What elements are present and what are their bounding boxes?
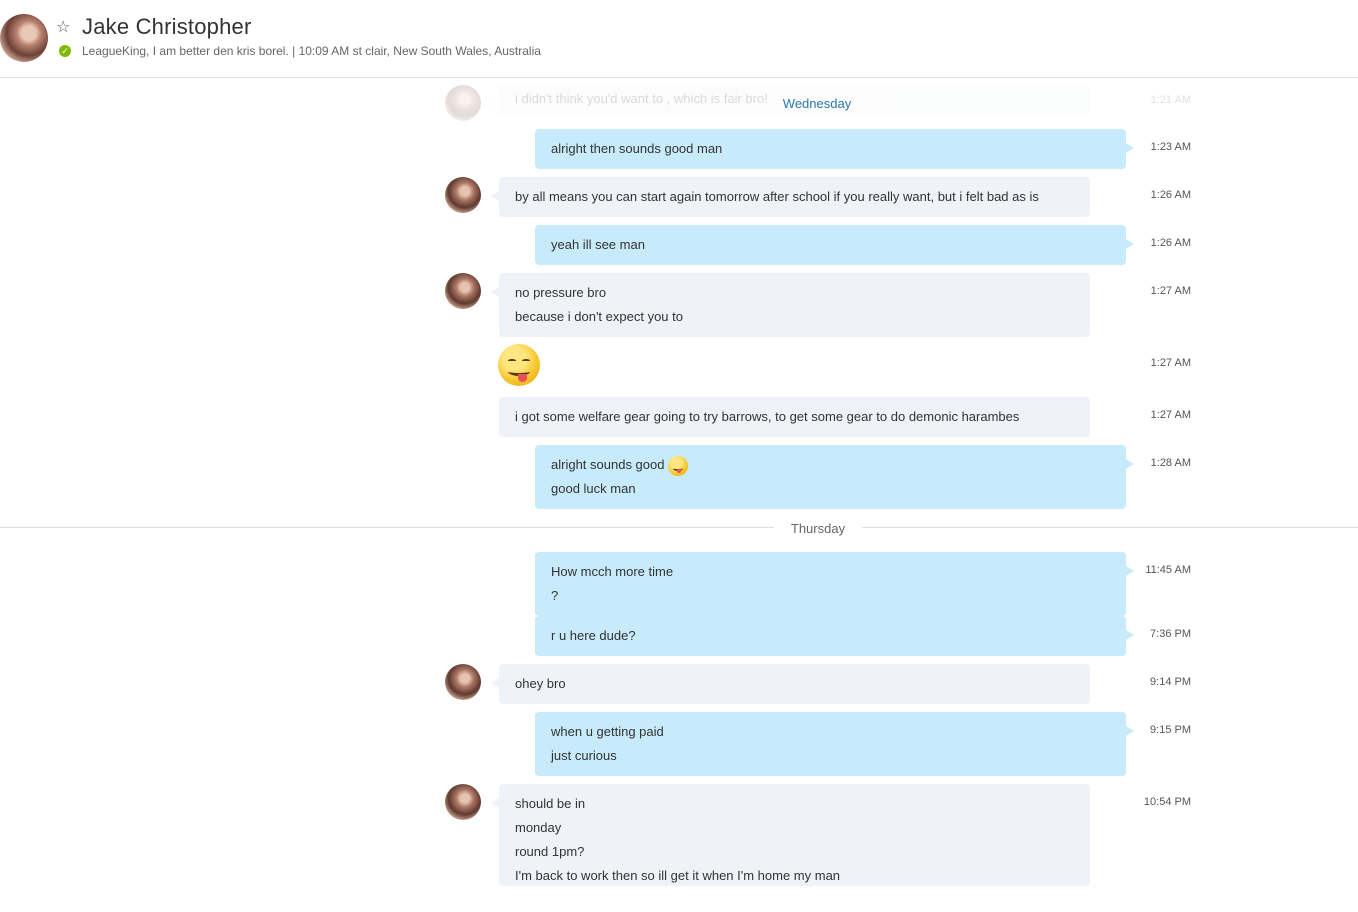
message-timestamp: 1:27 AM xyxy=(1150,409,1191,421)
message-text: just curious xyxy=(551,748,617,763)
message-text: I'm back to work then so ill get it when… xyxy=(515,868,841,883)
online-status-icon: ✓ xyxy=(59,45,71,57)
message-history[interactable]: i didn't think you'd want to , which is … xyxy=(0,79,1358,912)
message-text: ohey bro xyxy=(515,676,566,691)
message-text: by all means you can start again tomorro… xyxy=(515,189,1039,204)
day-divider-wednesday: Wednesday xyxy=(782,96,852,111)
message-text: monday xyxy=(515,820,562,835)
message-bubble-outgoing[interactable]: alright sounds good good luck man xyxy=(535,445,1134,509)
message-bubble-outgoing[interactable]: How mcch more time ? xyxy=(535,552,1134,616)
message-text: because i don't expect you to xyxy=(515,309,683,324)
message-text: round 1pm? xyxy=(515,844,585,859)
conversation-header: ☆ Jake Christopher ✓ LeagueKing, I am be… xyxy=(0,0,1358,78)
message-timestamp: 7:36 PM xyxy=(1150,628,1191,640)
message-text: alright then sounds good man xyxy=(551,141,723,156)
message-text: ? xyxy=(551,588,559,603)
sender-avatar xyxy=(445,784,481,820)
contact-avatar[interactable] xyxy=(0,14,48,62)
contact-name[interactable]: Jake Christopher xyxy=(82,14,252,40)
message-bubble-incoming[interactable]: no pressure bro because i don't expect y… xyxy=(491,273,1090,337)
message-bubble-outgoing[interactable]: r u here dude? xyxy=(535,616,1134,656)
message-bubble-outgoing[interactable]: alright then sounds good man xyxy=(535,129,1134,169)
message-timestamp: 1:23 AM xyxy=(1150,141,1191,153)
message-bubble-outgoing[interactable]: yeah ill see man xyxy=(535,225,1134,265)
message-timestamp: 1:27 AM xyxy=(1150,357,1191,369)
sender-avatar xyxy=(445,664,481,700)
message-bubble-outgoing[interactable]: when u getting paid just curious xyxy=(535,712,1134,776)
sender-avatar xyxy=(445,177,481,213)
message-timestamp: 1:26 AM xyxy=(1150,189,1191,201)
message-text: i got some welfare gear going to try bar… xyxy=(515,409,1020,424)
message-bubble-incoming[interactable]: by all means you can start again tomorro… xyxy=(491,177,1090,217)
message-bubble-incoming[interactable]: should be in monday round 1pm? I'm back … xyxy=(491,784,1090,886)
message-bubble-incoming[interactable]: ohey bro xyxy=(491,664,1090,704)
sender-avatar xyxy=(445,273,481,309)
message-timestamp: 1:21 AM xyxy=(1150,94,1191,106)
message-text: when u getting paid xyxy=(551,724,664,739)
message-text: no pressure bro xyxy=(515,285,607,300)
message-text: should be in xyxy=(515,796,586,811)
message-timestamp: 10:54 PM xyxy=(1143,796,1191,808)
favorite-star-icon[interactable]: ☆ xyxy=(56,17,70,37)
message-timestamp: 9:14 PM xyxy=(1150,676,1191,688)
message-timestamp: 1:28 AM xyxy=(1150,457,1191,469)
message-text: r u here dude? xyxy=(551,628,636,643)
message-timestamp: 11:45 AM xyxy=(1145,564,1191,576)
message-timestamp: 1:26 AM xyxy=(1150,237,1191,249)
message-timestamp: 1:27 AM xyxy=(1150,285,1191,297)
tongue-wink-emoji-icon xyxy=(668,455,689,476)
message-text: How mcch more time xyxy=(551,564,674,579)
message-bubble-incoming[interactable]: i got some welfare gear going to try bar… xyxy=(499,397,1090,437)
message-text: good luck man xyxy=(551,481,636,496)
day-divider-thursday: Thursday xyxy=(790,521,846,536)
message-text: alright sounds good xyxy=(551,457,665,472)
contact-mood-message: LeagueKing, I am better den kris borel. … xyxy=(82,44,541,58)
sender-avatar xyxy=(445,85,481,121)
tongue-wink-emoji-icon[interactable] xyxy=(498,344,540,386)
message-text: yeah ill see man xyxy=(551,237,645,252)
day-divider-line xyxy=(862,527,1358,528)
day-divider-line xyxy=(0,527,774,528)
message-timestamp: 9:15 PM xyxy=(1150,724,1191,736)
